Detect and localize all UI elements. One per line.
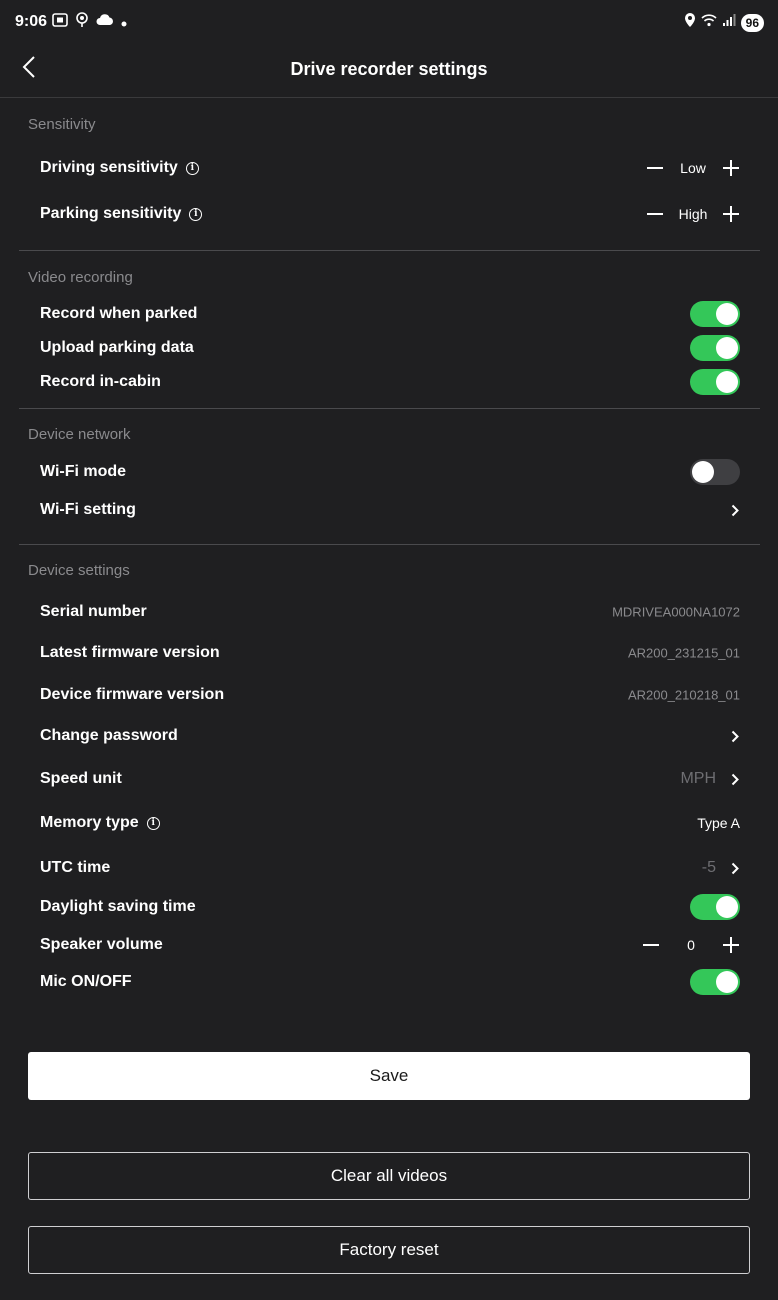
upload-parking-data-row: Upload parking data <box>40 332 740 364</box>
upload-parking-data-label: Upload parking data <box>40 339 194 356</box>
speaker-volume-stepper: 0 <box>642 936 740 954</box>
info-icon[interactable]: i <box>189 207 203 221</box>
utc-time-label: UTC time <box>40 859 111 876</box>
status-bar: 9:06 96 <box>0 0 778 44</box>
driving-sensitivity-value: Low <box>680 160 706 176</box>
device-firmware-label: Device firmware version <box>40 686 225 703</box>
device-firmware-row: Device firmware version AR200_210218_01 <box>40 679 740 711</box>
daylight-saving-row: Daylight saving time <box>40 891 740 923</box>
driving-sensitivity-row: Driving sensitivity i Low <box>40 152 740 184</box>
chevron-right-icon[interactable] <box>730 861 740 875</box>
record-when-parked-label: Record when parked <box>40 305 198 322</box>
serial-number-value: MDRIVEA000NA1072 <box>612 604 740 620</box>
record-in-cabin-row: Record in-cabin <box>40 366 740 398</box>
record-when-parked-toggle[interactable] <box>690 301 740 327</box>
dot-icon <box>121 14 127 32</box>
status-time: 9:06 <box>15 13 48 30</box>
section-label-sensitivity: Sensitivity <box>28 116 96 133</box>
info-icon[interactable]: i <box>146 816 160 830</box>
speaker-volume-label: Speaker volume <box>40 936 163 953</box>
speaker-volume-row: Speaker volume 0 <box>40 929 740 961</box>
wifi-mode-toggle[interactable] <box>690 459 740 485</box>
parking-sensitivity-label: Parking sensitivity <box>40 205 182 222</box>
memory-type-label: Memory type <box>40 814 139 831</box>
upload-parking-data-toggle[interactable] <box>690 335 740 361</box>
wifi-mode-row: Wi-Fi mode <box>40 456 740 488</box>
daylight-saving-label: Daylight saving time <box>40 898 196 915</box>
info-icon[interactable]: i <box>185 161 199 175</box>
status-icons-right: 96 <box>684 12 764 33</box>
location-pin-icon <box>75 12 89 33</box>
section-label-device-settings: Device settings <box>28 562 130 579</box>
screenshot-icon <box>52 12 68 33</box>
wifi-mode-label: Wi-Fi mode <box>40 463 127 480</box>
mic-row: Mic ON/OFF <box>40 966 740 998</box>
record-in-cabin-toggle[interactable] <box>690 369 740 395</box>
page-title: Drive recorder settings <box>290 59 488 79</box>
parking-sensitivity-decrease-button[interactable] <box>646 205 664 223</box>
record-in-cabin-label: Record in-cabin <box>40 373 161 390</box>
device-firmware-value: AR200_210218_01 <box>627 687 740 703</box>
cloud-icon <box>96 13 114 32</box>
record-when-parked-row: Record when parked <box>40 298 740 330</box>
section-label-device-network: Device network <box>28 426 131 443</box>
divider <box>19 250 760 251</box>
mic-toggle[interactable] <box>690 969 740 995</box>
speed-unit-row[interactable]: Speed unit MPH <box>40 763 740 795</box>
change-password-row[interactable]: Change password <box>40 720 740 752</box>
chevron-right-icon[interactable] <box>730 772 740 786</box>
driving-sensitivity-stepper: Low <box>646 159 740 177</box>
wifi-icon <box>701 13 717 32</box>
driving-sensitivity-increase-button[interactable] <box>722 159 740 177</box>
divider <box>19 408 760 409</box>
save-button[interactable]: Save <box>28 1052 750 1100</box>
speed-unit-label: Speed unit <box>40 770 122 787</box>
latest-firmware-row: Latest firmware version AR200_231215_01 <box>40 637 740 669</box>
latest-firmware-label: Latest firmware version <box>40 644 220 661</box>
speed-unit-value: MPH <box>680 770 716 787</box>
memory-type-value: Type A <box>697 815 740 831</box>
daylight-saving-toggle[interactable] <box>690 894 740 920</box>
serial-number-label: Serial number <box>40 603 147 620</box>
parking-sensitivity-stepper: High <box>646 205 740 223</box>
battery-indicator: 96 <box>740 13 764 32</box>
section-label-video-recording: Video recording <box>28 269 133 286</box>
parking-sensitivity-value: High <box>678 206 708 222</box>
signal-icon <box>722 13 736 32</box>
change-password-label: Change password <box>40 727 178 744</box>
location-icon <box>684 12 696 33</box>
speaker-volume-value: 0 <box>687 937 695 953</box>
speaker-volume-increase-button[interactable] <box>722 936 740 954</box>
clear-all-videos-button[interactable]: Clear all videos <box>28 1152 750 1200</box>
driving-sensitivity-label: Driving sensitivity <box>40 159 178 176</box>
parking-sensitivity-increase-button[interactable] <box>722 205 740 223</box>
chevron-right-icon[interactable] <box>730 503 740 517</box>
header: Drive recorder settings <box>0 44 778 98</box>
serial-number-row: Serial number MDRIVEA000NA1072 <box>40 596 740 628</box>
divider <box>19 544 760 545</box>
factory-reset-button[interactable]: Factory reset <box>28 1226 750 1274</box>
driving-sensitivity-decrease-button[interactable] <box>646 159 664 177</box>
latest-firmware-value: AR200_231215_01 <box>627 645 740 661</box>
status-icons-left <box>52 12 127 33</box>
wifi-setting-row[interactable]: Wi-Fi setting <box>40 494 740 526</box>
chevron-right-icon[interactable] <box>730 729 740 743</box>
speaker-volume-decrease-button[interactable] <box>642 936 660 954</box>
mic-label: Mic ON/OFF <box>40 973 132 990</box>
memory-type-row: Memory type i Type A <box>40 807 740 839</box>
utc-time-value: -5 <box>701 859 716 876</box>
parking-sensitivity-row: Parking sensitivity i High <box>40 198 740 230</box>
wifi-setting-label: Wi-Fi setting <box>40 501 136 518</box>
utc-time-row[interactable]: UTC time -5 <box>40 852 740 884</box>
